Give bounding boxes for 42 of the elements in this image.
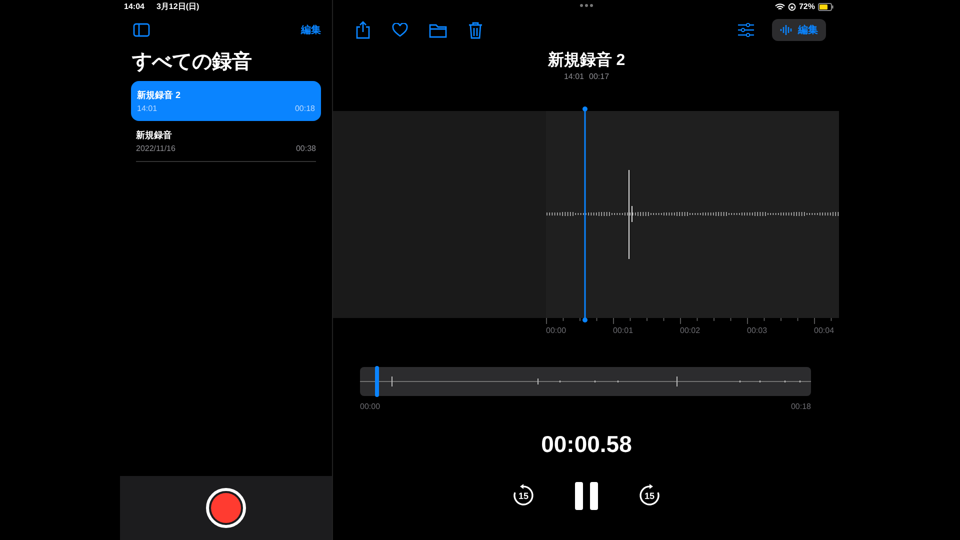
wifi-icon <box>774 3 785 11</box>
battery-icon <box>818 3 834 11</box>
edit-button[interactable]: 編集 <box>301 22 321 38</box>
ruler-label: 00:02 <box>680 325 700 337</box>
recording-duration: 00:38 <box>296 143 316 155</box>
recording-item[interactable]: 新規録音 2022/11/16 00:38 <box>136 121 316 162</box>
overview-start-time: 00:00 <box>360 401 380 413</box>
record-button[interactable] <box>206 488 246 528</box>
heart-icon[interactable] <box>392 23 408 37</box>
ruler-label: 00:03 <box>747 325 768 337</box>
recording-date: 2022/11/16 <box>136 143 176 155</box>
skip-forward-button[interactable]: 15 <box>638 484 661 507</box>
battery-percent: 72% <box>798 1 815 13</box>
playhead[interactable] <box>582 106 588 323</box>
recording-name: 新規録音 2 <box>137 89 182 102</box>
share-icon[interactable] <box>355 21 371 39</box>
recording-name: 新規録音 <box>136 129 173 142</box>
ruler-label: 00:00 <box>546 325 566 337</box>
settings-sliders-icon[interactable] <box>738 23 754 37</box>
sidebar-icon[interactable] <box>133 23 150 37</box>
sidebar-title: すべての録音 <box>131 50 253 75</box>
overview-thumb[interactable] <box>374 366 379 397</box>
ruler-label: 00:04 <box>814 325 834 337</box>
recording-duration: 00:17 <box>589 71 610 83</box>
ruler-label: 00:01 <box>613 325 634 337</box>
folder-icon[interactable] <box>429 22 447 38</box>
status-date: 3月12日(日) <box>156 1 200 13</box>
recording-title: 新規録音 2 <box>546 50 626 71</box>
skip-back-button[interactable]: 15 <box>512 484 535 507</box>
recording-date: 14:01 <box>137 103 158 115</box>
lock-rotation-icon <box>788 3 796 11</box>
recording-duration: 00:18 <box>294 103 315 115</box>
recording-item[interactable]: 新規録音 2 14:01 00:18 <box>131 81 321 121</box>
elapsed-time: 00:00.58 <box>540 430 633 459</box>
recording-time: 14:01 <box>564 71 584 83</box>
edit-button[interactable]: 編集 <box>772 19 826 41</box>
status-time: 14:04 <box>124 1 144 13</box>
overview-end-time: 00:18 <box>790 401 811 413</box>
trash-icon[interactable] <box>468 22 483 38</box>
waveform-icon <box>780 24 793 36</box>
pause-button[interactable] <box>575 482 598 510</box>
overview-track[interactable] <box>360 367 811 396</box>
